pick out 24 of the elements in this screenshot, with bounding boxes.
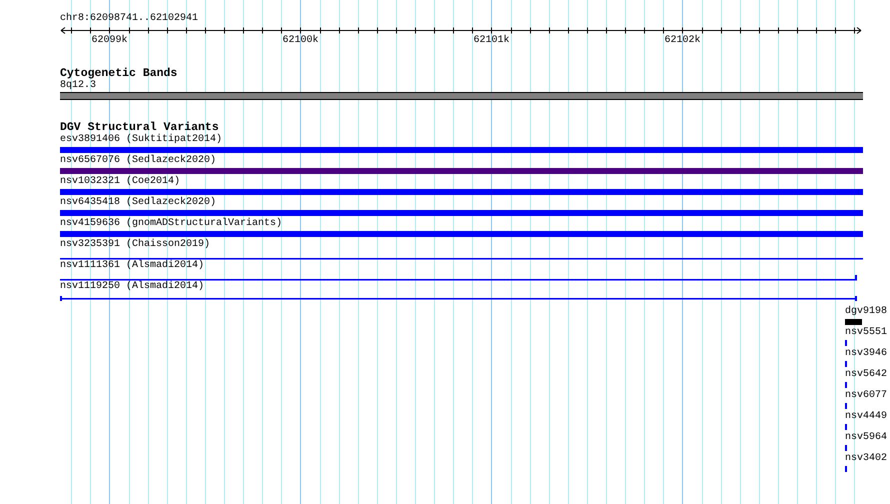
feature-label: nsv1119250 (Alsmadi2014) xyxy=(60,281,204,293)
tick-label: 62101k xyxy=(474,35,510,47)
feature-label: nsv6435418 (Sedlazeck2020) xyxy=(60,197,216,209)
tick-label: 62100k xyxy=(282,35,318,47)
feature-label: nsv3946 xyxy=(845,348,888,360)
feature-label: nsv5964 xyxy=(845,432,888,444)
feature-label: nsv6567076 (Sedlazeck2020) xyxy=(60,155,216,167)
feature-label: nsv6077 xyxy=(845,390,888,402)
feature-label: nsv3402 xyxy=(845,453,888,465)
feature-label: nsv5551 xyxy=(845,327,888,339)
feature-label: nsv4449 xyxy=(845,411,888,423)
tick-label: 62099k xyxy=(92,35,128,47)
track-title: DGV Structural Variants xyxy=(60,121,219,134)
feature-label: 8q12.3 xyxy=(60,80,96,92)
tick-label: 62102k xyxy=(664,35,700,47)
location-label: chr8:62098741..62102941 xyxy=(60,13,198,25)
feature-label: esv3891406 (Suktitipat2014) xyxy=(60,134,222,146)
feature-label: nsv5642 xyxy=(845,369,888,381)
feature-label: dgv9198 xyxy=(845,306,888,318)
feature-label: nsv4159636 (gnomADStructuralVariants) xyxy=(60,218,282,230)
feature-label: nsv3235391 (Chaisson2019) xyxy=(60,239,210,251)
feature-label: nsv1032321 (Coe2014) xyxy=(60,176,180,188)
track-title: Cytogenetic Bands xyxy=(60,67,178,80)
feature-label: nsv1111361 (Alsmadi2014) xyxy=(60,260,204,272)
